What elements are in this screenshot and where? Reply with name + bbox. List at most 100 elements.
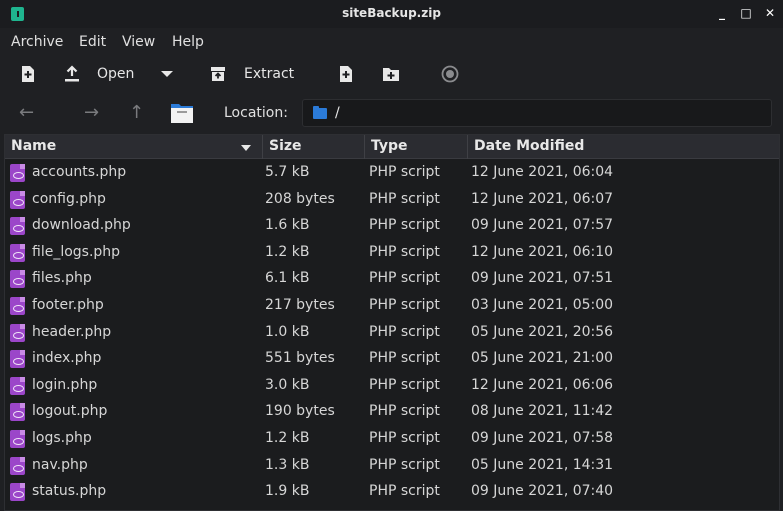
php-file-icon [10,403,25,422]
php-file-icon [10,456,25,475]
php-file-icon [10,296,25,315]
file-type: PHP script [369,217,440,234]
add-files-icon[interactable] [337,65,355,83]
php-file-icon [10,190,25,209]
column-header-name[interactable]: Name [5,135,263,159]
minimize-button[interactable]: _ [714,5,730,21]
column-header-type[interactable]: Type [365,135,468,159]
file-list: Name Size Type Date Modified accounts.ph… [4,134,780,511]
add-folder-icon[interactable] [382,65,400,83]
table-row[interactable]: header.php 1.0 kB PHP script 05 June 2021, … [5,320,779,347]
forward-arrow-icon[interactable]: → [84,104,99,122]
file-date: 12 June 2021, 06:10 [471,243,614,260]
php-file-icon [10,243,25,262]
table-row[interactable]: config.php 208 bytes PHP script 12 June 202… [5,187,779,214]
file-name: index.php [32,350,102,367]
file-type: PHP script [369,456,440,473]
file-date: 12 June 2021, 06:07 [471,190,614,207]
table-row[interactable]: files.php 6.1 kB PHP script 09 June 2021, 0… [5,266,779,293]
close-button[interactable]: ✕ [762,5,778,21]
location-value: / [335,105,340,121]
file-name: download.php [32,217,131,234]
file-date: 09 June 2021, 07:40 [471,483,614,500]
php-file-icon [10,350,25,369]
file-size: 6.1 kB [265,270,310,287]
file-type: PHP script [369,243,440,260]
menu-archive[interactable]: Archive [11,34,63,50]
file-date: 03 June 2021, 05:00 [471,296,614,313]
file-name: config.php [32,190,106,207]
file-type: PHP script [369,376,440,393]
table-row[interactable]: status.php 1.9 kB PHP script 09 June 2021, … [5,479,779,506]
table-row[interactable]: file_logs.php 1.2 kB PHP script 12 June 202… [5,240,779,267]
menu-view[interactable]: View [122,34,155,50]
extract-button[interactable]: Extract [244,66,294,82]
menu-help[interactable]: Help [172,34,204,50]
php-file-icon [10,483,25,502]
open-dropdown-chevron-down-icon[interactable] [158,65,176,83]
back-arrow-icon[interactable]: ← [19,104,34,122]
file-type: PHP script [369,270,440,287]
sort-descending-icon [241,145,251,151]
file-date: 09 June 2021, 07:57 [471,217,614,234]
file-date: 12 June 2021, 06:04 [471,164,614,180]
up-arrow-icon[interactable]: ↑ [129,104,144,122]
toolbar: Open Extract [0,56,783,94]
table-row[interactable]: nav.php 1.3 kB PHP script 05 June 2021, 14:… [5,453,779,480]
file-type: PHP script [369,164,440,180]
file-size: 1.9 kB [265,483,310,500]
table-row[interactable]: footer.php 217 bytes PHP script 03 June 202… [5,293,779,320]
file-date: 12 June 2021, 06:06 [471,376,614,393]
window-title: siteBackup.zip [342,6,441,20]
table-row[interactable]: accounts.php 5.7 kB PHP script 12 June 2021… [5,160,779,187]
folder-icon [313,106,327,119]
table-body: accounts.php 5.7 kB PHP script 12 June 2021… [5,160,779,506]
file-size: 1.2 kB [265,429,310,446]
maximize-button[interactable]: □ [738,5,754,21]
php-file-icon [10,164,25,182]
table-row[interactable]: logs.php 1.2 kB PHP script 09 June 2021, 07… [5,426,779,453]
menu-edit[interactable]: Edit [79,34,106,50]
extract-icon[interactable] [209,65,227,83]
file-type: PHP script [369,403,440,420]
file-size: 551 bytes [265,350,335,367]
file-size: 1.0 kB [265,323,310,340]
column-header-date[interactable]: Date Modified [468,135,779,159]
php-file-icon [10,376,25,395]
file-type: PHP script [369,483,440,500]
file-type: PHP script [369,190,440,207]
file-name: accounts.php [32,164,127,180]
file-size: 5.7 kB [265,164,310,180]
table-row[interactable]: index.php 551 bytes PHP script 05 June 2021… [5,346,779,373]
table-row[interactable]: download.php 1.6 kB PHP script 09 June 2021… [5,213,779,240]
file-date: 05 June 2021, 21:00 [471,350,614,367]
file-name: file_logs.php [32,243,121,260]
new-archive-icon[interactable] [19,65,37,83]
php-file-icon [10,270,25,289]
file-date: 08 June 2021, 11:42 [471,403,614,420]
home-folder-icon[interactable] [170,102,194,124]
file-size: 208 bytes [265,190,335,207]
file-size: 1.6 kB [265,217,310,234]
php-file-icon [10,323,25,342]
file-date: 09 June 2021, 07:58 [471,429,614,446]
file-size: 190 bytes [265,403,335,420]
open-icon[interactable] [63,65,81,83]
file-name: nav.php [32,456,88,473]
table-row[interactable]: logout.php 190 bytes PHP script 08 June 202… [5,399,779,426]
table-row[interactable]: login.php 3.0 kB PHP script 12 June 2021, 0… [5,373,779,400]
location-field[interactable]: / [302,99,772,127]
file-name: login.php [32,376,98,393]
file-size: 1.2 kB [265,243,310,260]
file-size: 3.0 kB [265,376,310,393]
file-date: 05 June 2021, 20:56 [471,323,614,340]
file-name: footer.php [32,296,104,313]
file-size: 217 bytes [265,296,335,313]
location-bar: ← → ↑ Location: / [0,94,783,132]
stop-icon[interactable] [441,65,459,83]
title-bar: siteBackup.zip _ □ ✕ [0,0,783,28]
open-button[interactable]: Open [97,66,134,82]
location-label: Location: [224,105,288,121]
column-header-size[interactable]: Size [263,135,365,159]
menu-bar: Archive Edit View Help [0,28,783,56]
